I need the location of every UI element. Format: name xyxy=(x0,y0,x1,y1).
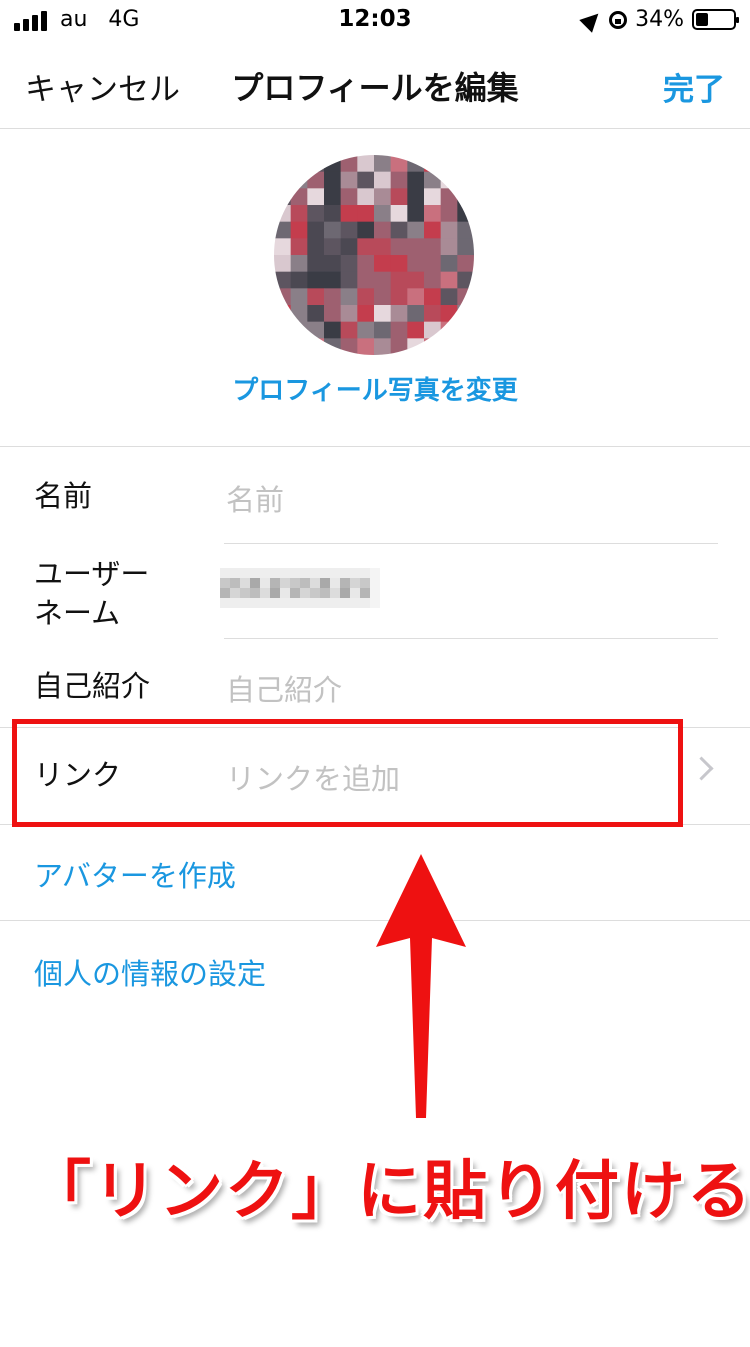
name-label: 名前 xyxy=(34,479,93,513)
nav-bar: キャンセル プロフィールを編集 完了 xyxy=(0,40,750,129)
instruction-caption: 「リンク」に貼り付ける xyxy=(27,1155,750,1229)
chevron-right-icon[interactable] xyxy=(689,756,714,781)
arrow-up-icon xyxy=(376,854,466,1118)
bio-input[interactable]: 自己紹介 xyxy=(226,667,342,709)
create-avatar-button[interactable]: アバターを作成 xyxy=(34,853,236,895)
username-label: ユーザー ネーム xyxy=(34,555,149,633)
username-label-line2: ネーム xyxy=(34,596,121,630)
done-button[interactable]: 完了 xyxy=(663,64,725,109)
profile-avatar[interactable] xyxy=(274,155,474,355)
rotation-lock-icon xyxy=(609,10,628,29)
bio-label: 自己紹介 xyxy=(34,669,151,703)
divider xyxy=(224,543,718,544)
location-icon xyxy=(579,6,605,33)
divider xyxy=(224,638,718,639)
username-input[interactable] xyxy=(220,568,380,608)
change-photo-button[interactable]: プロフィール写真を変更 xyxy=(0,370,750,407)
username-label-line1: ユーザー xyxy=(34,557,150,591)
status-bar: au 4G 12:03 34% xyxy=(0,0,750,40)
battery-percent: 34% xyxy=(635,7,684,32)
personal-info-settings-button[interactable]: 個人の情報の設定 xyxy=(34,951,266,993)
divider xyxy=(0,446,750,447)
page-title: プロフィールを編集 xyxy=(231,69,519,107)
battery-icon xyxy=(692,9,739,30)
name-input[interactable]: 名前 xyxy=(226,477,284,519)
divider xyxy=(0,920,750,921)
highlight-box xyxy=(12,719,683,827)
